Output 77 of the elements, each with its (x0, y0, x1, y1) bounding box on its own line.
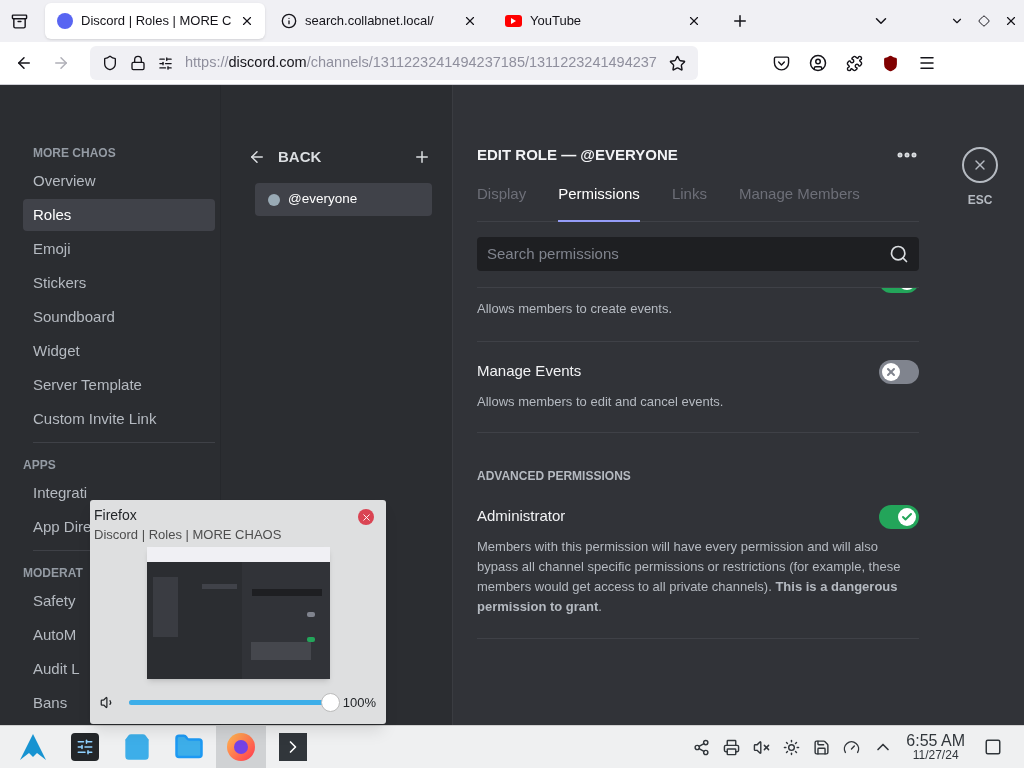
new-tab-icon[interactable] (731, 12, 749, 30)
tab[interactable]: Permissions (558, 183, 640, 222)
pocket-icon[interactable] (773, 54, 790, 72)
menu-icon[interactable] (918, 54, 936, 72)
mountain-icon (19, 733, 47, 761)
brightness-icon[interactable] (783, 738, 801, 756)
back-button[interactable]: BACK (248, 145, 322, 169)
sidebar-item[interactable]: Soundboard (23, 301, 215, 333)
bookmark-star-icon[interactable] (669, 54, 686, 72)
address-bar[interactable]: https://discord.com/channels/1311223241494237185/1311223241494237 (90, 46, 698, 80)
permission-description: Allows members to edit and cancel events. (477, 392, 725, 411)
clock-time: 6:55 AM (906, 733, 965, 749)
permission-name: Administrator (477, 506, 566, 527)
lock-icon (130, 55, 146, 71)
close-icon (360, 511, 372, 523)
extensions-icon[interactable] (846, 54, 863, 72)
section-header: MODERAT (23, 565, 84, 581)
sidebar-item[interactable]: Server Template (23, 369, 215, 401)
play-icon (505, 15, 522, 27)
permission-description: Allows members to create events. (477, 300, 674, 318)
volume-reading: 100% (342, 694, 376, 712)
account-icon[interactable] (809, 54, 827, 72)
x-icon (885, 365, 897, 378)
sidebar-item[interactable]: Stickers (23, 267, 215, 299)
permission-name: Manage Events (477, 361, 582, 382)
shield-icon[interactable] (882, 54, 899, 72)
tab-title: Discord | Roles | MORE C (81, 12, 232, 31)
tab-list-icon[interactable] (11, 12, 28, 30)
gauge-icon[interactable] (843, 738, 861, 756)
firefox-icon (227, 733, 255, 761)
close-icon[interactable] (463, 14, 477, 28)
volume-handle[interactable] (321, 693, 340, 713)
role-item[interactable]: @everyone (255, 183, 432, 216)
close-icon[interactable] (687, 14, 701, 28)
browser-tab[interactable]: Discord | Roles | MORE C (45, 3, 265, 39)
shield-icon (102, 55, 118, 71)
toggle-switch[interactable] (879, 359, 919, 384)
discord-icon (57, 13, 73, 29)
permission-description: Members with this permission will have every permission and will also bypass all channel specific permissions or restrictions (for example, these members would get access to all private channels). This is a dangerous permission to grant. (477, 537, 902, 616)
tab-title: YouTube (530, 12, 583, 31)
sidebar-item[interactable]: Custom Invite Link (23, 403, 215, 435)
search-input[interactable]: Search permissions (487, 242, 889, 266)
sidebar-item[interactable]: Overview (23, 165, 215, 197)
info-icon (281, 13, 297, 29)
toggle-switch[interactable] (879, 504, 919, 529)
tab-title: search.collabnet.local/ (305, 12, 435, 31)
sliders-icon (71, 733, 99, 761)
clock-date: 11/27/24 (912, 749, 959, 761)
add-icon[interactable] (413, 148, 431, 166)
check-icon (901, 510, 913, 523)
permissions-icon (158, 55, 173, 71)
maximize-icon[interactable] (978, 15, 990, 27)
app-name: Firefox (94, 506, 138, 524)
search-field[interactable]: Search permissions (477, 237, 919, 271)
close-button[interactable] (962, 147, 998, 183)
browser-tab[interactable]: YouTube (493, 3, 713, 39)
show-desktop-icon[interactable] (984, 738, 1002, 756)
muted-speaker-icon[interactable] (753, 738, 771, 756)
terminal-icon (279, 733, 307, 761)
section-header: ADVANCED PERMISSIONS (477, 467, 632, 485)
clock[interactable]: 6:55 AM 11/27/24 (906, 733, 965, 761)
url-text: https://discord.com/channels/1311223241494237185/1311223241494237 (185, 53, 657, 73)
browser-tab[interactable]: search.collabnet.local/ (269, 3, 489, 39)
window-title: Discord | Roles | MORE CHAOS (94, 526, 282, 544)
sidebar-item[interactable]: Emoji (23, 233, 215, 265)
esc-label: ESC (967, 192, 993, 209)
section-header: APPS (23, 457, 57, 473)
back-icon[interactable] (15, 54, 33, 72)
search-icon (889, 244, 909, 264)
section-header: MORE CHAOS (33, 145, 117, 161)
close-icon[interactable] (1004, 14, 1018, 28)
sidebar-item[interactable]: Widget (23, 335, 215, 367)
page-title: EDIT ROLE — @EVERYONE (477, 144, 678, 165)
close-button[interactable] (358, 509, 374, 525)
network-icon[interactable] (693, 738, 711, 756)
role-name: @everyone (288, 190, 358, 209)
sidebar-item[interactable]: Roles (23, 199, 215, 231)
